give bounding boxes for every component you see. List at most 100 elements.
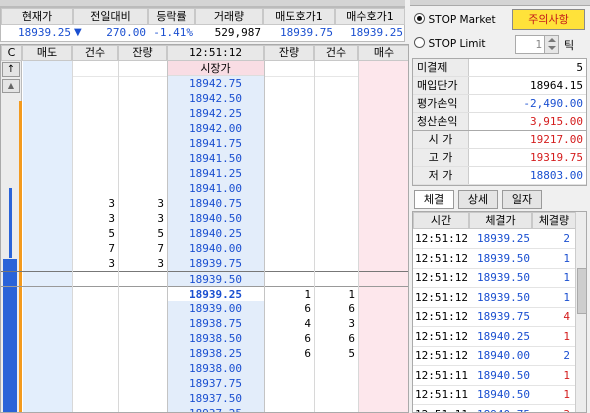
bid-price[interactable]: 18937.50 — [167, 391, 264, 406]
market-price-row[interactable]: 시장가 — [167, 61, 264, 76]
ask-qty — [118, 106, 167, 121]
bid-row[interactable]: 18938.25 6 5 — [1, 346, 408, 361]
ask-row[interactable]: 18942.50 — [1, 91, 408, 106]
col-header-bid-count: 건수 — [314, 45, 358, 61]
bid-qty: 6 — [304, 332, 311, 345]
bid-price[interactable]: 18938.75 — [167, 316, 264, 331]
bid-row[interactable]: 18938.00 — [1, 361, 408, 376]
tab-trades[interactable]: 체결 — [414, 190, 454, 209]
ask-count — [72, 121, 118, 136]
stop-market-option[interactable]: STOP Market — [414, 11, 519, 28]
summary-header-bid1: 매수호가1 — [335, 8, 405, 25]
ask-count — [72, 106, 118, 121]
ask-row[interactable]: 18941.25 — [1, 166, 408, 181]
ask-price[interactable]: 18942.75 — [167, 76, 264, 91]
tick-input-value: 1 — [535, 38, 542, 51]
tick-input[interactable]: 1 — [515, 35, 559, 54]
ask-row[interactable]: 3 3 18939.75 — [1, 256, 408, 271]
radio-unchecked-icon[interactable] — [414, 37, 425, 48]
spin-button[interactable] — [544, 36, 558, 53]
bid-price[interactable]: 18938.00 — [167, 361, 264, 376]
ask-price[interactable]: 18940.25 — [167, 226, 264, 241]
ask-qty — [118, 136, 167, 151]
trade-time: 12:51:11 — [415, 368, 468, 382]
ask-price[interactable]: 18940.75 — [167, 196, 264, 211]
ohl-value: 19319.75 — [530, 151, 583, 164]
current-price-cell[interactable]: 18939.25 — [167, 287, 264, 302]
tab-detail[interactable]: 상세 — [458, 190, 498, 209]
ask-row[interactable]: 18942.00 — [1, 121, 408, 136]
info-label: 평가손익 — [413, 95, 469, 112]
bid-row[interactable]: 18938.75 4 3 — [1, 316, 408, 331]
bid-price[interactable]: 18937.25 — [167, 406, 264, 412]
ask-price[interactable]: 18939.75 — [167, 256, 264, 271]
ask-price[interactable]: 18941.50 — [167, 151, 264, 166]
trades-scroll-thumb[interactable] — [577, 268, 586, 314]
info-row: 청산손익 3,915.00 — [413, 113, 586, 131]
ask-price[interactable]: 18941.75 — [167, 136, 264, 151]
info-row: 평가손익 -2,490.00 — [413, 95, 586, 113]
bid-count: 6 — [348, 302, 355, 315]
trades-scrollbar[interactable] — [575, 212, 586, 412]
ask-row[interactable]: 18941.00 — [1, 181, 408, 196]
trade-qty: 1 — [563, 388, 570, 401]
bid-count — [314, 361, 358, 376]
collapse-button[interactable]: C — [1, 45, 22, 61]
ask-row[interactable]: 3 3 18940.50 — [1, 211, 408, 226]
ask-count: 5 — [108, 227, 115, 240]
ask-price[interactable]: 18941.25 — [167, 166, 264, 181]
info-label: 미결제 — [413, 59, 469, 76]
ask-row[interactable]: 18941.75 — [1, 136, 408, 151]
ask-count: 3 — [108, 257, 115, 270]
ask-price[interactable]: 18940.00 — [167, 241, 264, 256]
bid-price[interactable]: 18938.50 — [167, 331, 264, 346]
trade-time: 12:51:12 — [415, 251, 468, 265]
bid-qty: 6 — [304, 302, 311, 315]
current-price-row[interactable]: 18939.25 1 1 — [1, 286, 408, 302]
trade-price: 18940.00 — [477, 349, 530, 362]
ask-price[interactable]: 18942.00 — [167, 121, 264, 136]
trade-qty: 1 — [563, 271, 570, 284]
ask-price[interactable]: 18942.50 — [167, 91, 264, 106]
ask-price[interactable]: 18940.50 — [167, 211, 264, 226]
ohl-row: 저 가 18803.00 — [413, 167, 586, 185]
trade-row: 12:51:12 18940.00 2 — [413, 347, 575, 366]
bid-row[interactable]: 18937.50 — [1, 391, 408, 406]
tab-daily[interactable]: 일자 — [502, 190, 542, 209]
bid-price[interactable]: 18938.25 — [167, 346, 264, 361]
bid-row[interactable]: 18937.75 — [1, 376, 408, 391]
scroll-up-button[interactable]: ↑ — [2, 62, 20, 77]
mid-price[interactable]: 18939.50 — [167, 272, 264, 287]
radio-dot-icon — [417, 16, 422, 21]
bid-qty: 1 — [304, 288, 311, 301]
bid-row[interactable]: 18938.50 6 6 — [1, 331, 408, 346]
summary-header-change: 전일대비 — [73, 8, 148, 25]
trade-price: 18939.75 — [477, 310, 530, 323]
trades-header-qty: 체결량 — [532, 212, 576, 229]
ask-row[interactable]: 7 7 18940.00 — [1, 241, 408, 256]
ask-row[interactable]: 18941.50 — [1, 151, 408, 166]
change-value: 270.00 — [106, 26, 146, 39]
ask-row[interactable]: 18942.75 — [1, 76, 408, 91]
spin-up-icon[interactable] — [548, 38, 556, 42]
stop-limit-option[interactable]: STOP Limit — [414, 35, 519, 52]
bid-row[interactable]: 18937.25 — [1, 406, 408, 412]
trade-price: 18940.50 — [477, 368, 530, 382]
ask-row[interactable]: 5 5 18940.25 — [1, 226, 408, 241]
spin-down-icon[interactable] — [548, 46, 556, 50]
grid-line — [72, 61, 73, 412]
ask-price[interactable]: 18941.00 — [167, 181, 264, 196]
top-strip — [0, 0, 405, 7]
ask-row[interactable]: 3 3 18940.75 — [1, 196, 408, 211]
trade-qty: 1 — [563, 368, 570, 382]
caution-button[interactable]: 주의사항 — [512, 9, 585, 30]
radio-checked-icon[interactable] — [414, 13, 425, 24]
ask-price[interactable]: 18942.25 — [167, 106, 264, 121]
bid-price[interactable]: 18937.75 — [167, 376, 264, 391]
ohl-label: 시 가 — [413, 131, 469, 148]
mid-price-row[interactable]: 18939.50 — [1, 271, 408, 287]
bid-price[interactable]: 18939.00 — [167, 301, 264, 316]
bid-row[interactable]: 18939.00 6 6 — [1, 301, 408, 316]
trades-header-time: 시간 — [413, 212, 469, 229]
ask-row[interactable]: 18942.25 — [1, 106, 408, 121]
